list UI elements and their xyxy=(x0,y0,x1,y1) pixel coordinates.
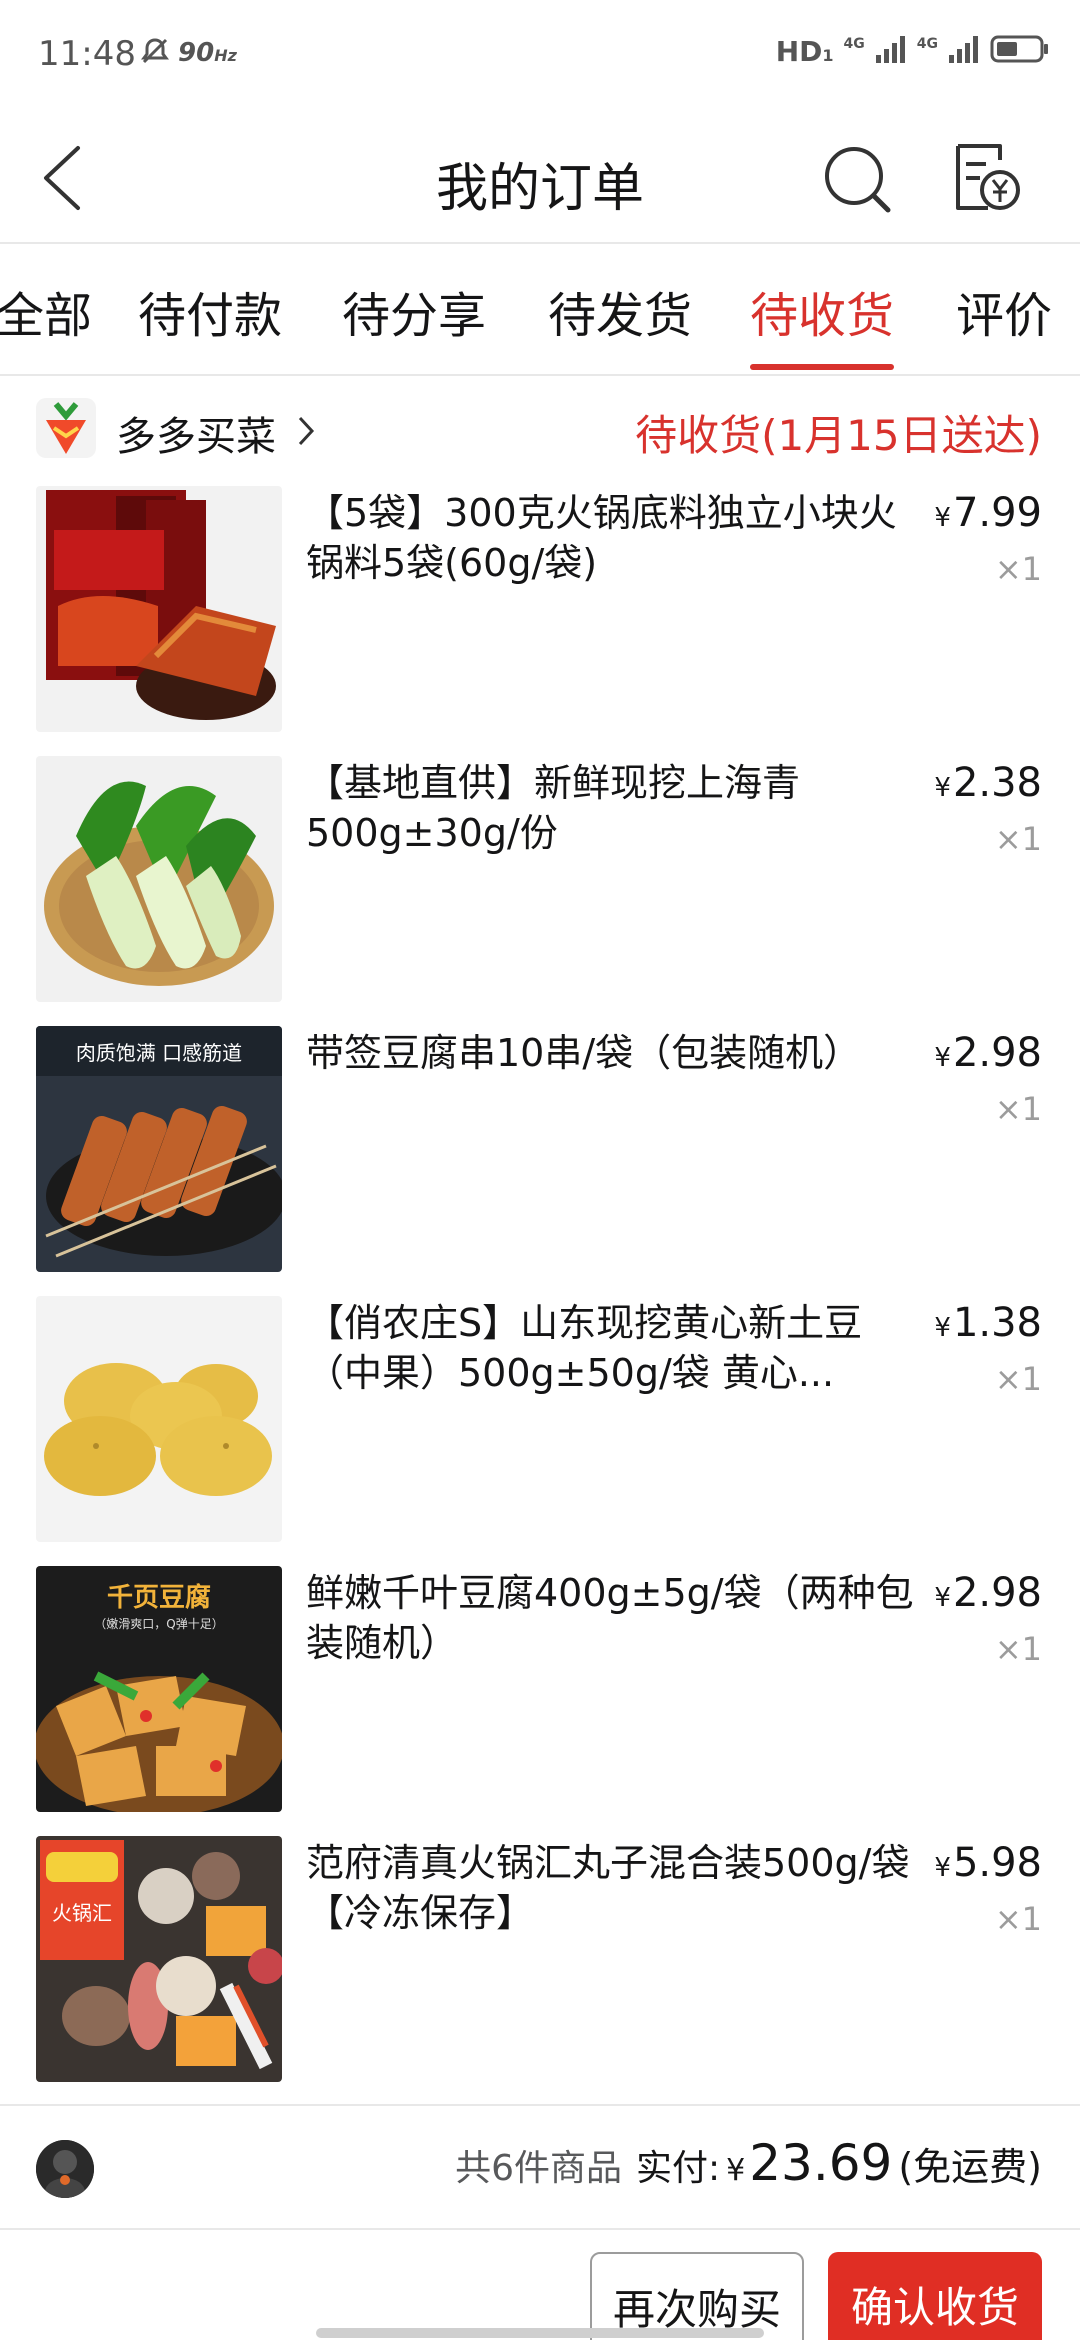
order-item[interactable]: 火锅汇 范府清真火锅汇丸子混合装500g/袋【冷冻保存】 ¥5.98 ×1 xyxy=(0,1836,1080,2086)
product-title: 鲜嫩千叶豆腐400g±5g/袋（两种包装随机） xyxy=(306,1571,914,1665)
tab-pending-payment[interactable]: 待付款 xyxy=(138,276,282,346)
nav-header: 我的订单 xyxy=(0,112,1080,242)
product-quantity: ×1 xyxy=(994,550,1042,588)
product-image xyxy=(36,1296,282,1542)
product-quantity: ×1 xyxy=(994,1090,1042,1128)
product-quantity: ×1 xyxy=(994,1360,1042,1398)
tab-all[interactable]: 全部 xyxy=(0,276,92,346)
product-price: ¥2.98 xyxy=(934,1030,1042,1076)
image-caption: 千页豆腐 xyxy=(107,1583,211,1613)
mute-bell-icon xyxy=(140,36,170,70)
bill-button[interactable] xyxy=(952,140,1022,216)
image-caption: 火锅汇 xyxy=(52,1901,112,1925)
status-bar: 11:48 90Hz HD1 4G 4G xyxy=(0,0,1080,112)
image-subcaption: （嫩滑爽口，Q弹十足） xyxy=(94,1617,223,1631)
image-caption: 肉质饱满 口感筋道 xyxy=(76,1041,242,1065)
order-status: 待收货(1月15日送达) xyxy=(635,411,1042,460)
hd-indicator: HD1 xyxy=(775,34,834,68)
status-right-icons: HD1 4G 4G xyxy=(776,34,1050,68)
product-price: ¥1.38 xyxy=(934,1300,1042,1346)
paid-amount: 23.69 xyxy=(749,2134,893,2192)
product-quantity: ×1 xyxy=(994,1630,1042,1668)
product-price: ¥2.98 xyxy=(934,1570,1042,1616)
paid-label: 实付: xyxy=(635,2148,721,2189)
product-title: 范府清真火锅汇丸子混合装500g/袋【冷冻保存】 xyxy=(306,1841,910,1935)
order-item[interactable]: 【基地直供】新鲜现挖上海青500g±30g/份 ¥2.38 ×1 xyxy=(0,756,1080,1006)
product-title: 【俏农庄S】山东现挖黄心新土豆（中果）500g±50g/袋 黄心... xyxy=(306,1301,863,1395)
order-summary: 共6件商品 实付: ¥ 23.69 (免运费) xyxy=(0,2106,1080,2226)
network-type-1: 4G xyxy=(843,36,865,52)
tab-pending-share[interactable]: 待分享 xyxy=(342,276,486,346)
status-time: 11:48 xyxy=(38,34,136,74)
order-item[interactable]: 肉质饱满 口感筋道 带签豆腐串10串/袋（包装随机） ¥2.98 ×1 xyxy=(0,1026,1080,1276)
order-item[interactable]: 【5袋】300克火锅底料独立小块火锅料5袋(60g/袋) ¥7.99 ×1 xyxy=(0,486,1080,736)
shop-name[interactable]: 多多买菜 xyxy=(116,404,276,462)
search-button[interactable] xyxy=(822,144,892,214)
tab-review[interactable]: 评价 xyxy=(956,276,1052,346)
product-price: ¥2.38 xyxy=(934,760,1042,806)
product-image: 火锅汇 xyxy=(36,1836,282,2082)
item-count: 共6件商品 xyxy=(455,2148,622,2189)
order-tabs: 全部 待付款 待分享 待发货 待收货 评价 xyxy=(0,244,1080,374)
bill-icon xyxy=(956,144,1020,210)
product-image xyxy=(36,486,282,732)
chevron-right-icon xyxy=(298,416,315,446)
order-actions: 再次购买 确认收货 xyxy=(0,2230,1080,2340)
summary-total: 共6件商品 实付: ¥ 23.69 (免运费) xyxy=(455,2134,1042,2192)
order-page: 11:48 90Hz HD1 4G 4G 我的订单 全部 待付款 待分享 待发货… xyxy=(0,0,1080,2340)
product-quantity: ×1 xyxy=(994,820,1042,858)
search-icon xyxy=(825,147,891,213)
product-quantity: ×1 xyxy=(994,1900,1042,1938)
refresh-rate: 90Hz xyxy=(178,38,237,68)
order-item[interactable]: 【俏农庄S】山东现挖黄心新土豆（中果）500g±50g/袋 黄心... ¥1.3… xyxy=(0,1296,1080,1546)
rebuy-button[interactable]: 再次购买 xyxy=(590,2252,804,2340)
page-title: 我的订单 xyxy=(435,159,644,219)
active-tab-indicator xyxy=(750,364,894,370)
signal-icon xyxy=(948,35,980,67)
avatar xyxy=(36,2140,94,2198)
home-indicator[interactable] xyxy=(316,2328,764,2338)
product-image xyxy=(36,756,282,1002)
product-price: ¥7.99 xyxy=(934,490,1042,536)
product-title: 【5袋】300克火锅底料独立小块火锅料5袋(60g/袋) xyxy=(306,491,897,585)
product-image: 肉质饱满 口感筋道 xyxy=(36,1026,282,1272)
product-price: ¥5.98 xyxy=(934,1840,1042,1886)
shipping-note: (免运费) xyxy=(898,2145,1042,2189)
order-item[interactable]: 千页豆腐 （嫩滑爽口，Q弹十足） 鲜嫩千叶豆腐400g±5g/袋（两种包装随机）… xyxy=(0,1566,1080,1816)
shop-logo xyxy=(36,398,96,458)
confirm-receipt-button[interactable]: 确认收货 xyxy=(828,2252,1042,2340)
product-title: 带签豆腐串10串/袋（包装随机） xyxy=(306,1031,862,1075)
signal-icon xyxy=(875,35,907,67)
status-left-icons: 90Hz xyxy=(140,36,237,70)
product-title: 【基地直供】新鲜现挖上海青500g±30g/份 xyxy=(306,761,801,855)
battery-icon xyxy=(990,34,1050,68)
shop-row[interactable]: 多多买菜 待收货(1月15日送达) xyxy=(0,376,1080,486)
tab-pending-receipt[interactable]: 待收货 xyxy=(750,276,894,346)
currency-symbol: ¥ xyxy=(726,2153,746,2188)
network-type-2: 4G xyxy=(916,36,938,52)
product-image: 千页豆腐 （嫩滑爽口，Q弹十足） xyxy=(36,1566,282,1812)
tab-pending-shipment[interactable]: 待发货 xyxy=(548,276,692,346)
